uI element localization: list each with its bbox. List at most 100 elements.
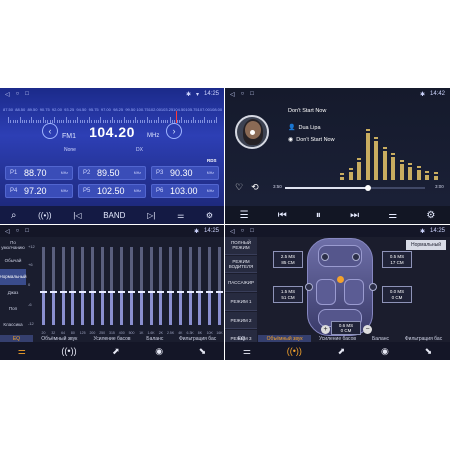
equalizer-icon[interactable]: ⚌	[18, 346, 26, 357]
preset-button[interactable]: P6 103.00 MHz	[151, 184, 219, 198]
eq-band-slider[interactable]	[206, 247, 214, 325]
eq-band-knob[interactable]	[137, 291, 145, 294]
balance-icon[interactable]: ◉	[155, 346, 163, 357]
search-icon[interactable]: ⌕	[11, 210, 17, 221]
eq-mode-item[interactable]: Поп	[0, 300, 26, 316]
dx-label[interactable]: DX	[136, 147, 143, 153]
eq-band-slider[interactable]	[186, 247, 194, 325]
mode-1[interactable]: РЕЖИМ 1	[225, 293, 257, 311]
eq-band-knob[interactable]	[59, 291, 67, 294]
bass-filter-icon[interactable]: ⬊	[425, 346, 433, 357]
eq-band-slider[interactable]	[69, 247, 77, 325]
tab-bass-boost[interactable]: Усиление басов	[86, 335, 139, 342]
gear-icon[interactable]: ⚙	[206, 211, 213, 220]
mode-2[interactable]: РЕЖИМ 2	[225, 311, 257, 330]
eq-mode-item[interactable]: Классика	[0, 316, 26, 332]
eq-band-knob[interactable]	[176, 291, 184, 294]
eq-band-knob[interactable]	[79, 291, 87, 294]
surround-icon[interactable]: ((•))	[287, 346, 302, 356]
eq-band-knob[interactable]	[88, 291, 96, 294]
eq-band-slider[interactable]	[98, 247, 106, 325]
eq-mode-item-selected[interactable]: Нормальный	[0, 268, 27, 285]
preset-button[interactable]: P5 102.50 MHz	[78, 184, 146, 198]
home-icon[interactable]: ○	[16, 228, 20, 235]
tab-surround[interactable]: Объёмный звук	[33, 335, 86, 342]
eq-band-slider[interactable]	[40, 247, 47, 325]
eq-band-knob[interactable]	[40, 291, 47, 294]
eq-band-knob[interactable]	[196, 291, 204, 294]
equalizer-icon[interactable]: ⚌	[243, 346, 251, 357]
delay-box-center[interactable]: 0.6 MS 0 CM	[331, 321, 361, 335]
pause-icon[interactable]: ⏸	[316, 210, 321, 221]
tab-bass-filter[interactable]: Фильтрация бас	[397, 335, 450, 342]
eq-band-slider[interactable]	[128, 247, 135, 325]
eq-band-knob[interactable]	[108, 291, 116, 294]
tab-eq[interactable]: EQ	[0, 335, 33, 342]
recents-icon[interactable]: □	[25, 91, 29, 98]
eq-band-slider[interactable]	[216, 247, 223, 325]
tab-balance[interactable]: Баланс	[138, 335, 171, 342]
eq-band-knob[interactable]	[49, 291, 57, 294]
delay-box-front-right[interactable]: 0.5 MS 17 CM	[382, 251, 412, 268]
eq-band-slider[interactable]	[79, 247, 87, 325]
mode-passenger[interactable]: ПАССАЖИР	[225, 274, 257, 293]
bass-filter-icon[interactable]: ⬊	[199, 346, 207, 357]
tab-bass-boost[interactable]: Усиление басов	[311, 335, 364, 342]
back-icon[interactable]: ◁	[5, 91, 10, 98]
increase-button[interactable]: −	[363, 325, 372, 334]
tab-eq[interactable]: EQ	[225, 335, 258, 342]
mode-full[interactable]: ПОЛНЫЙ РЕЖИМ	[225, 237, 257, 255]
balance-icon[interactable]: ◉	[381, 346, 389, 357]
surround-icon[interactable]: ((•))	[61, 346, 76, 356]
recents-icon[interactable]: □	[25, 228, 29, 235]
decrease-button[interactable]: +	[321, 325, 330, 334]
eq-band-knob[interactable]	[118, 291, 126, 294]
home-icon[interactable]: ○	[241, 228, 245, 235]
bass-boost-icon[interactable]: ⬈	[338, 346, 346, 357]
recents-icon[interactable]: □	[250, 228, 254, 235]
band-button[interactable]: BAND	[103, 211, 125, 220]
eq-band-slider[interactable]	[118, 247, 126, 325]
gear-icon[interactable]: ⚙	[426, 210, 435, 221]
back-icon[interactable]: ◁	[230, 91, 235, 98]
eq-mode-item[interactable]: Обычай	[0, 253, 26, 269]
eq-band-knob[interactable]	[216, 291, 223, 294]
preset-button[interactable]: P2 89.50 MHz	[78, 166, 146, 180]
skip-previous-icon[interactable]: ⏮	[278, 210, 287, 221]
preset-button[interactable]: P4 97.20 MHz	[5, 184, 73, 198]
skip-next-icon[interactable]: ▷|	[147, 211, 155, 220]
skip-next-icon[interactable]: ⏭	[350, 210, 359, 221]
delay-box-rear-right[interactable]: 0.0 MS 0 CM	[382, 286, 412, 303]
eq-band-knob[interactable]	[98, 291, 106, 294]
home-icon[interactable]: ○	[241, 91, 245, 98]
preset-button[interactable]: P1 88.70 MHz	[5, 166, 73, 180]
progress-knob[interactable]	[364, 185, 371, 191]
eq-band-slider[interactable]	[59, 247, 67, 325]
eq-band-knob[interactable]	[147, 291, 155, 294]
playlist-icon[interactable]: ☰	[240, 210, 249, 221]
eq-mode-item[interactable]: Джаз	[0, 285, 26, 301]
eq-band-slider[interactable]	[108, 247, 116, 325]
eq-band-slider[interactable]	[157, 247, 165, 325]
mode-driver[interactable]: РЕЖИМ ВОДИТЕЛЯ	[225, 255, 257, 274]
preset-button[interactable]: P3 90.30 MHz	[151, 166, 219, 180]
frequency-scale[interactable]: 87.50 88.50 89.50 90.75 92.00 93.25 94.50 95.75…	[3, 107, 222, 123]
eq-band-knob[interactable]	[69, 291, 77, 294]
skip-previous-icon[interactable]: |◁	[73, 211, 81, 220]
eq-band-slider[interactable]	[49, 247, 57, 325]
eq-band-knob[interactable]	[128, 291, 135, 294]
eq-band-knob[interactable]	[157, 291, 165, 294]
eq-band-knob[interactable]	[167, 291, 175, 294]
recents-icon[interactable]: □	[250, 91, 254, 98]
equalizer-settings-icon[interactable]: ⚌	[177, 211, 184, 220]
home-icon[interactable]: ○	[16, 91, 20, 98]
eq-mode-item[interactable]: По умолчанию	[0, 237, 26, 253]
equalizer-icon[interactable]: ⚌	[388, 210, 397, 221]
back-icon[interactable]: ◁	[5, 228, 10, 235]
repeat-icon[interactable]: ⟲	[251, 182, 259, 193]
sound-focus-point[interactable]	[337, 276, 344, 283]
eq-band-slider[interactable]	[137, 247, 145, 325]
bass-boost-icon[interactable]: ⬈	[112, 346, 120, 357]
delay-box-front-left[interactable]: 2.5 MS 85 CM	[273, 251, 303, 268]
heart-icon[interactable]: ♡	[235, 182, 243, 193]
